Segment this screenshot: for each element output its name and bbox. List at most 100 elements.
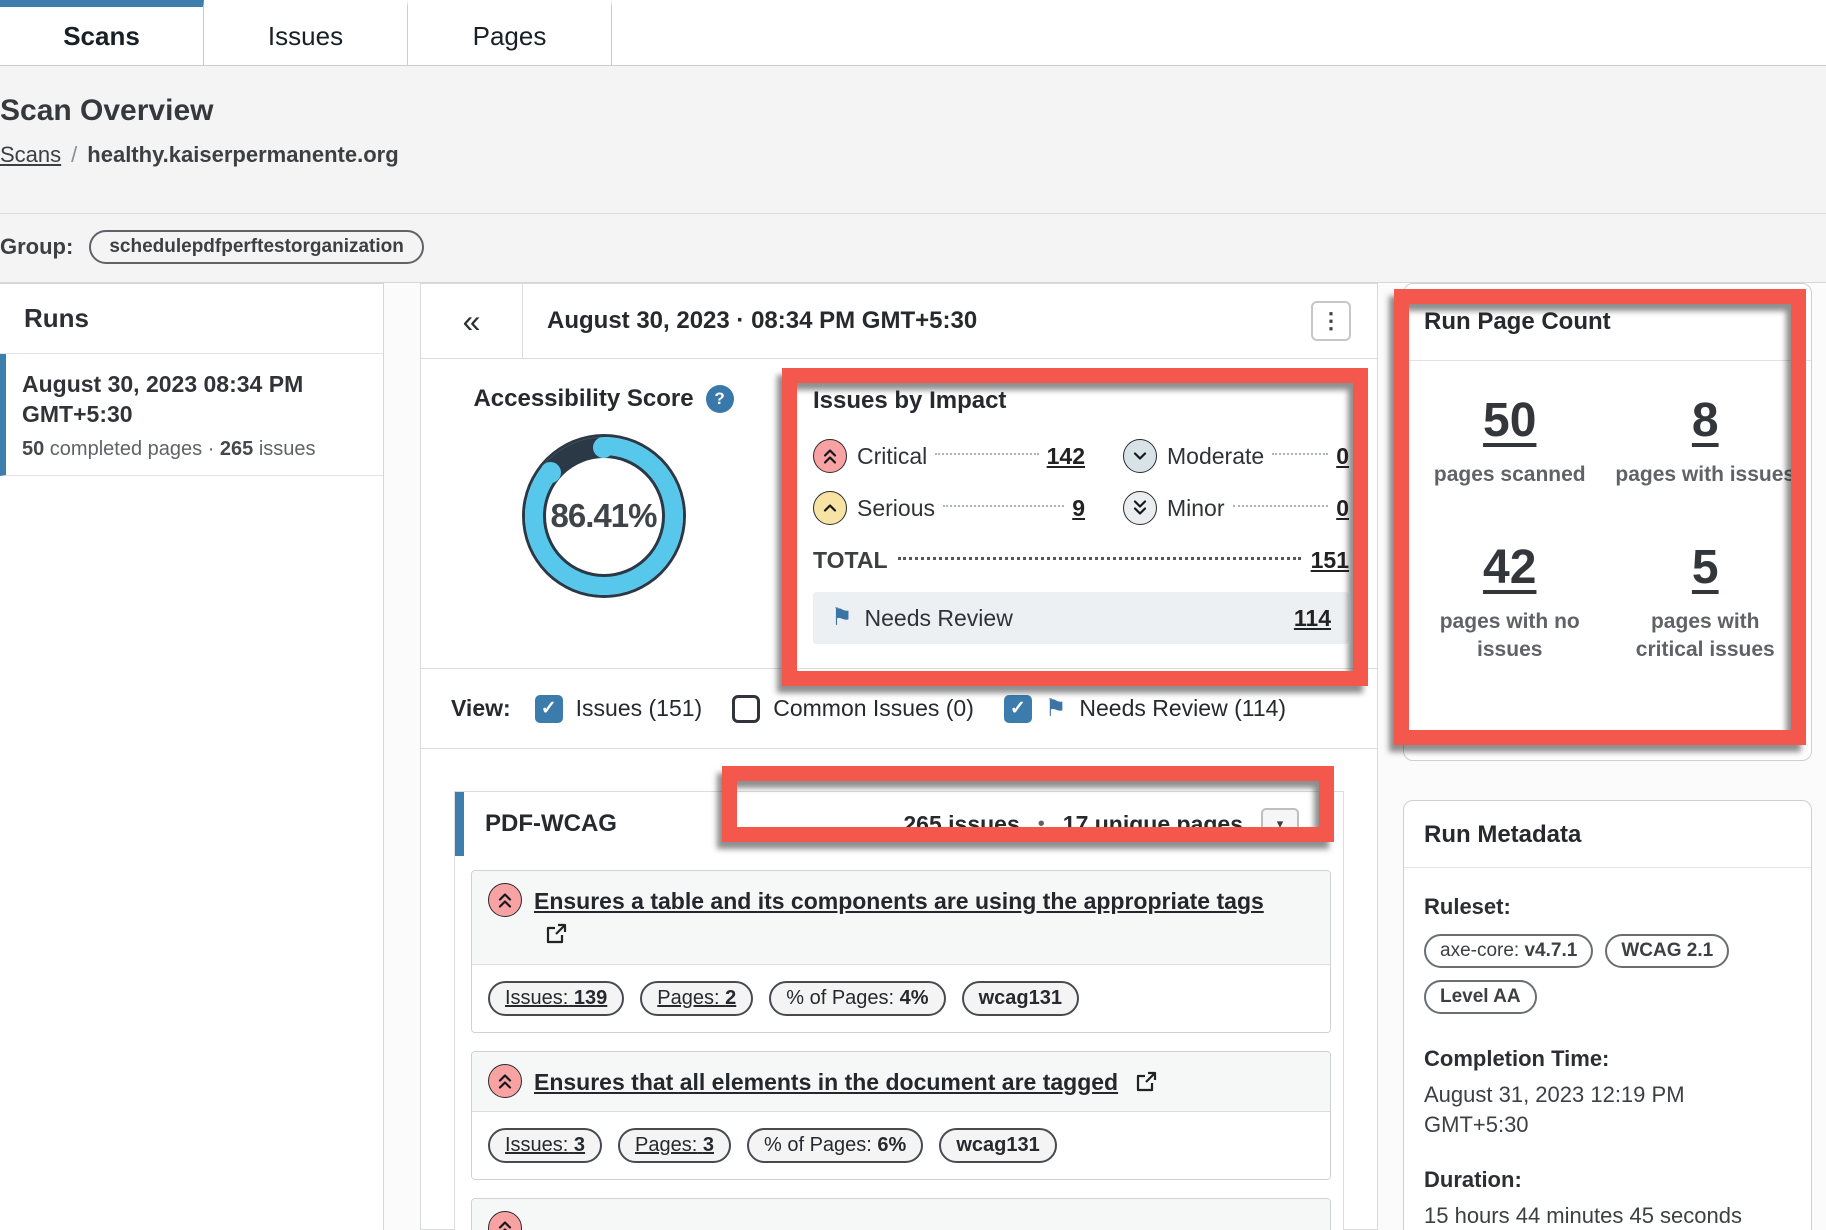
rule-card: Ensures that all elements in the documen… [471,1051,1331,1180]
impact-count-link[interactable]: 0 [1336,443,1349,470]
check-icon: ✓ [541,697,557,720]
completion-time-label: Completion Time: [1424,1046,1791,1072]
pdf-wcag-header: PDF-WCAG 265 issues • 17 unique pages ▾ [455,792,1343,856]
badge-pct-of-pages: % of Pages: 6% [747,1128,923,1163]
view-filter-row: View: ✓ Issues (151) Common Issues (0) ✓… [421,669,1377,749]
run-metadata-title: Run Metadata [1424,821,1791,849]
collapse-panel-button[interactable]: « [421,284,523,358]
view-option-issues[interactable]: ✓ Issues (151) [535,695,703,723]
overflow-menu-button[interactable]: ⋮ [1311,301,1351,341]
rule-header: Ensures a table and its components are u… [472,871,1330,965]
view-label: View: [451,695,511,722]
accessibility-score-section: Accessibility Score ? 86.41% [421,359,786,668]
run-page-count-title: Run Page Count [1404,284,1811,336]
stat-value-link[interactable]: 42 [1483,544,1536,592]
score-donut: 86.41% [525,437,683,595]
page-header: Scan Overview Scans / healthy.kaiserperm… [0,66,1826,283]
stat-pages-scanned: 50 pages scanned [1434,397,1586,488]
tab-bar: Scans Issues Pages [0,0,1826,66]
checkbox-checked[interactable]: ✓ [1004,695,1032,723]
run-detail-header: « August 30, 2023 · 08:34 PM GMT+5:30 ⋮ [421,284,1377,359]
impact-label: Critical [857,443,927,470]
impact-count-link[interactable]: 142 [1047,443,1085,470]
runs-panel: Runs August 30, 2023 08:34 PM GMT+5:30 5… [0,283,384,1230]
ruleset-label: Ruleset: [1424,894,1791,920]
issues-by-impact-title: Issues by Impact [813,387,1349,415]
dotted-leader [935,453,1038,455]
run-item-meta: 50 completed pages · 265 issues [22,438,365,461]
stat-pages-with-issues: 8 pages with issues [1615,397,1795,488]
duration-label: Duration: [1424,1167,1791,1193]
ruleset-pills: axe-core: v4.7.1 WCAG 2.1 Level AA [1424,934,1784,1014]
ruleset-pill-axe-core: axe-core: v4.7.1 [1424,934,1593,968]
needs-review-count-link[interactable]: 114 [1294,605,1331,632]
group-chip: schedulepdfperftestorganization [89,230,424,264]
impact-count-link[interactable]: 0 [1336,495,1349,522]
pdf-wcag-links: 265 issues • 17 unique pages ▾ [903,808,1299,840]
critical-icon [488,883,522,917]
rule-badges: Issues: 3 Pages: 3 % of Pages: 6% wcag13… [472,1112,1330,1179]
checkbox-checked[interactable]: ✓ [535,695,563,723]
checkbox-unchecked[interactable] [732,695,760,723]
rule-list: Ensures a table and its components are u… [455,856,1343,1230]
check-icon: ✓ [1010,697,1026,720]
badge-pages: Pages: 3 [618,1128,731,1163]
rule-title-link[interactable]: Ensures that all elements in the documen… [534,1069,1118,1095]
critical-icon [488,1064,522,1098]
run-detail-title: August 30, 2023 · 08:34 PM GMT+5:30 [547,284,1311,358]
flag-icon: ⚑ [831,606,853,630]
rule-header: Ensures that all elements in the documen… [472,1052,1330,1112]
impact-row-minor: Minor 0 [1123,491,1349,525]
group-row: Group: schedulepdfperftestorganization [0,230,424,264]
separator-dot: • [1038,813,1045,836]
double-chevron-left-icon: « [463,303,481,340]
app-window: Scans Issues Pages Scan Overview Scans /… [0,0,1826,1230]
badge-issues: Issues: 139 [488,981,624,1016]
run-page-count-card: Run Page Count 50 pages scanned 8 pages … [1403,283,1812,761]
stat-pages-critical-issues: 5 pages with critical issues [1615,544,1795,663]
breadcrumb-scans-link[interactable]: Scans [0,142,61,168]
serious-icon [813,491,847,525]
external-link-icon[interactable] [544,922,568,955]
total-label: TOTAL [813,547,888,574]
tab-pages[interactable]: Pages [408,0,612,66]
help-icon[interactable]: ? [706,385,734,413]
expand-dropdown-button[interactable]: ▾ [1261,808,1299,840]
stat-value-link[interactable]: 5 [1692,544,1719,592]
unique-pages-link[interactable]: 17 unique pages [1063,811,1243,838]
rule-card-partial [471,1198,1331,1230]
needs-review-row: ⚑ Needs Review 114 [813,592,1349,644]
moderate-icon [1123,439,1157,473]
group-label: Group: [0,234,73,260]
run-list-item[interactable]: August 30, 2023 08:34 PM GMT+5:30 50 com… [0,354,383,476]
run-item-title: August 30, 2023 08:34 PM GMT+5:30 [22,370,365,430]
duration-value: 15 hours 44 minutes 45 seconds [1424,1201,1791,1230]
rule-title-link[interactable]: Ensures a table and its components are u… [534,888,1264,914]
rule-badges: Issues: 139 Pages: 2 % of Pages: 4% wcag… [472,965,1330,1032]
rule-card: Ensures a table and its components are u… [471,870,1331,1033]
completion-time-value: August 31, 2023 12:19 PM GMT+5:30 [1424,1080,1791,1139]
flag-icon: ⚑ [1045,697,1067,721]
view-option-needs-review[interactable]: ✓ ⚑ Needs Review (114) [1004,695,1286,723]
impact-count-link[interactable]: 9 [1072,495,1085,522]
stat-value-link[interactable]: 8 [1692,397,1719,445]
badge-issues: Issues: 3 [488,1128,602,1163]
tab-scans[interactable]: Scans [0,0,204,66]
runs-panel-title: Runs [0,284,383,354]
dotted-leader [943,505,1064,507]
badge-wcag-tag: wcag131 [939,1128,1056,1163]
badge-pages: Pages: 2 [640,981,753,1016]
breadcrumb-separator: / [71,142,77,168]
stat-pages-no-issues: 42 pages with no issues [1420,544,1600,663]
issues-count-link[interactable]: 265 issues [903,811,1019,838]
needs-review-label: Needs Review [865,605,1013,632]
total-count-link[interactable]: 151 [1311,547,1349,574]
badge-pct-of-pages: % of Pages: 4% [769,981,945,1016]
external-link-icon[interactable] [1134,1070,1158,1103]
page-title: Scan Overview [0,94,213,128]
view-option-common-issues[interactable]: Common Issues (0) [732,695,974,723]
tab-issues[interactable]: Issues [204,0,408,66]
stat-value-link[interactable]: 50 [1483,397,1536,445]
impact-row-moderate: Moderate 0 [1123,439,1349,473]
accessibility-score-label: Accessibility Score [473,385,693,413]
